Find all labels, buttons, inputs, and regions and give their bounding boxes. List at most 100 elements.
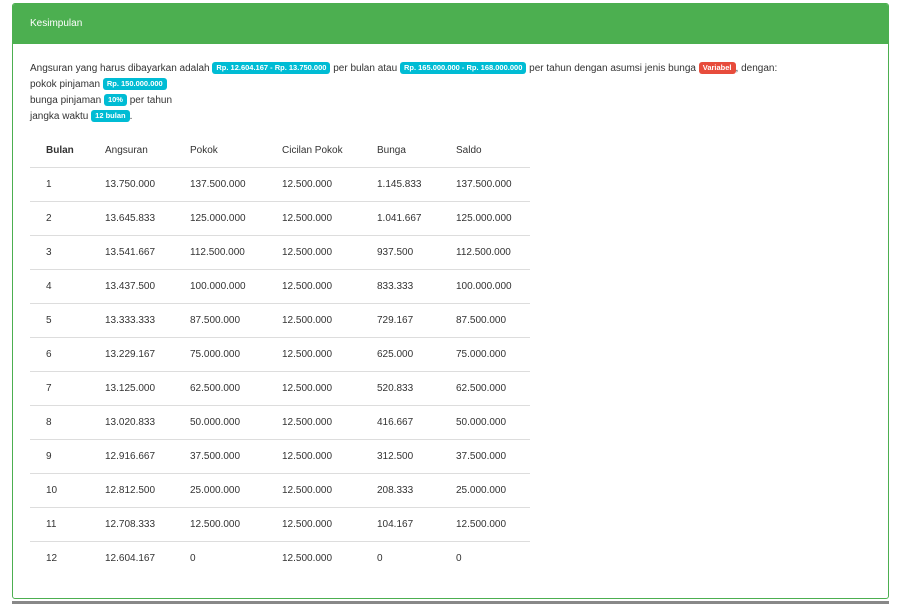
panel-title: Kesimpulan <box>13 4 888 44</box>
interest-type-badge: Variabel <box>698 62 736 74</box>
cell-bulan: 8 <box>30 405 89 440</box>
cell-saldo: 112.500.000 <box>440 235 530 270</box>
cell-bunga: 416.667 <box>361 405 440 440</box>
cell-bulan: 12 <box>46 553 58 564</box>
cell-angsuran: 13.020.833 <box>89 405 174 440</box>
cell-cicilan-pokok: 12.500.000 <box>266 337 361 372</box>
cell-angsuran: 13.750.000 <box>89 167 174 202</box>
bunga-suffix: per tahun <box>129 95 173 106</box>
monthly-installment-badge: Rp. 12.604.167 - Rp. 13.750.000 <box>212 62 331 74</box>
table-row: 4 13.437.500 100.000.000 12.500.000 833.333 1… <box>30 269 530 304</box>
cell-cicilan-pokok: 12.500.000 <box>266 167 361 202</box>
cell-cicilan-pokok: 12.500.000 <box>266 303 361 338</box>
bunga-badge: 10% <box>103 94 127 106</box>
header-bunga: Bunga <box>361 133 440 168</box>
bunga-label: bunga pinjaman <box>30 95 102 106</box>
table-row: 9 12.916.667 37.500.000 12.500.000 312.500 37… <box>30 439 530 474</box>
cell-bunga: 1.145.833 <box>361 167 440 202</box>
cell-saldo: 62.500.000 <box>440 371 530 406</box>
cell-bulan: 1 <box>30 167 89 202</box>
summary-text-3: per tahun dengan asumsi jenis bunga <box>529 63 696 74</box>
cell-bunga: 625.000 <box>361 337 440 372</box>
cell-angsuran: 12.812.500 <box>89 473 174 508</box>
cell-saldo: 75.000.000 <box>440 337 530 372</box>
summary-text-1: Angsuran yang harus dibayarkan adalah <box>30 63 210 74</box>
cell-saldo: 50.000.000 <box>440 405 530 440</box>
cell-pokok: 75.000.000 <box>174 337 266 372</box>
table-body: 1 13.750.000 137.500.000 12.500.000 1.145.83… <box>30 167 530 576</box>
cell-pokok: 25.000.000 <box>174 473 266 508</box>
cell-pokok: 125.000.000 <box>174 201 266 236</box>
table-row: 10 12.812.500 25.000.000 12.500.000 208.333 2… <box>30 473 530 508</box>
header-angsuran: Angsuran <box>89 133 174 168</box>
jangka-badge: 12 bulan <box>91 110 130 122</box>
cell-saldo: 37.500.000 <box>440 439 530 474</box>
cell-cicilan-pokok: 12.500.000 <box>266 269 361 304</box>
header-pokok: Pokok <box>174 133 266 168</box>
table-row: 12 12.604.167 0 12.500.000 0 0 <box>30 542 530 576</box>
cell-bulan: 7 <box>30 371 89 406</box>
cell-saldo: 87.500.000 <box>440 303 530 338</box>
table-row: 6 13.229.167 75.000.000 12.500.000 625.000 75… <box>30 337 530 372</box>
cell-pokok: 62.500.000 <box>174 371 266 406</box>
summary-text: Angsuran yang harus dibayarkan adalah Rp… <box>30 61 871 125</box>
cell-angsuran: 13.541.667 <box>89 235 174 270</box>
table-row: 3 13.541.667 112.500.000 12.500.000 937.500 1… <box>30 235 530 270</box>
cell-cicilan-pokok: 12.500.000 <box>266 473 361 508</box>
cell-pokok: 0 <box>190 553 196 564</box>
summary-text-2: per bulan atau <box>333 63 398 74</box>
cell-cicilan-pokok: 12.500.000 <box>266 371 361 406</box>
panel-body: Angsuran yang harus dibayarkan adalah Rp… <box>13 44 888 575</box>
table-row: 1 13.750.000 137.500.000 12.500.000 1.145.83… <box>30 167 530 202</box>
cell-bulan: 6 <box>30 337 89 372</box>
cell-bulan: 2 <box>30 201 89 236</box>
table-header-row: Bulan Angsuran Pokok Cicilan Pokok Bunga… <box>30 133 530 168</box>
jangka-label: jangka waktu <box>30 111 89 122</box>
installment-table: Bulan Angsuran Pokok Cicilan Pokok Bunga… <box>30 133 530 575</box>
cell-bulan: 4 <box>30 269 89 304</box>
table-row: 8 13.020.833 50.000.000 12.500.000 416.667 50… <box>30 405 530 440</box>
cell-angsuran: 13.437.500 <box>89 269 174 304</box>
cell-bulan: 3 <box>30 235 89 270</box>
table-row: 5 13.333.333 87.500.000 12.500.000 729.167 87… <box>30 303 530 338</box>
cell-saldo: 25.000.000 <box>440 473 530 508</box>
cell-pokok: 87.500.000 <box>174 303 266 338</box>
cell-cicilan-pokok: 12.500.000 <box>282 553 333 564</box>
summary-panel: Kesimpulan Angsuran yang harus dibayarka… <box>12 3 889 599</box>
cell-saldo: 12.500.000 <box>440 507 530 542</box>
cell-bunga: 520.833 <box>361 371 440 406</box>
cell-bunga: 729.167 <box>361 303 440 338</box>
cell-bulan: 5 <box>30 303 89 338</box>
pokok-badge: Rp. 150.000.000 <box>102 78 167 90</box>
cell-saldo: 137.500.000 <box>440 167 530 202</box>
cell-bulan: 9 <box>30 439 89 474</box>
yearly-installment-badge: Rp. 165.000.000 - Rp. 168.000.000 <box>399 62 527 74</box>
header-cicilan-pokok: Cicilan Pokok <box>266 133 361 168</box>
table-row: 2 13.645.833 125.000.000 12.500.000 1.041.66… <box>30 201 530 236</box>
cell-bulan: 10 <box>30 473 89 508</box>
cell-bunga: 833.333 <box>361 269 440 304</box>
cell-pokok: 137.500.000 <box>174 167 266 202</box>
cell-pokok: 37.500.000 <box>174 439 266 474</box>
cell-angsuran: 13.229.167 <box>89 337 174 372</box>
cell-bunga: 104.167 <box>361 507 440 542</box>
jangka-suffix: . <box>129 111 133 122</box>
table-row: 11 12.708.333 12.500.000 12.500.000 104.167 1… <box>30 507 530 542</box>
cell-angsuran: 13.125.000 <box>89 371 174 406</box>
cell-pokok: 12.500.000 <box>174 507 266 542</box>
cell-angsuran: 12.916.667 <box>89 439 174 474</box>
summary-text-4: , dengan: <box>735 63 778 74</box>
cell-pokok: 100.000.000 <box>174 269 266 304</box>
pokok-label: pokok pinjaman <box>30 79 101 90</box>
cell-angsuran: 12.604.167 <box>105 553 156 564</box>
cell-cicilan-pokok: 12.500.000 <box>266 507 361 542</box>
cell-bulan: 11 <box>30 507 89 542</box>
cell-bunga: 937.500 <box>361 235 440 270</box>
cell-angsuran: 13.645.833 <box>89 201 174 236</box>
cell-angsuran: 13.333.333 <box>89 303 174 338</box>
cell-cicilan-pokok: 12.500.000 <box>266 235 361 270</box>
header-bulan: Bulan <box>30 133 89 168</box>
cell-cicilan-pokok: 12.500.000 <box>266 439 361 474</box>
cell-cicilan-pokok: 12.500.000 <box>266 201 361 236</box>
cell-pokok: 50.000.000 <box>174 405 266 440</box>
